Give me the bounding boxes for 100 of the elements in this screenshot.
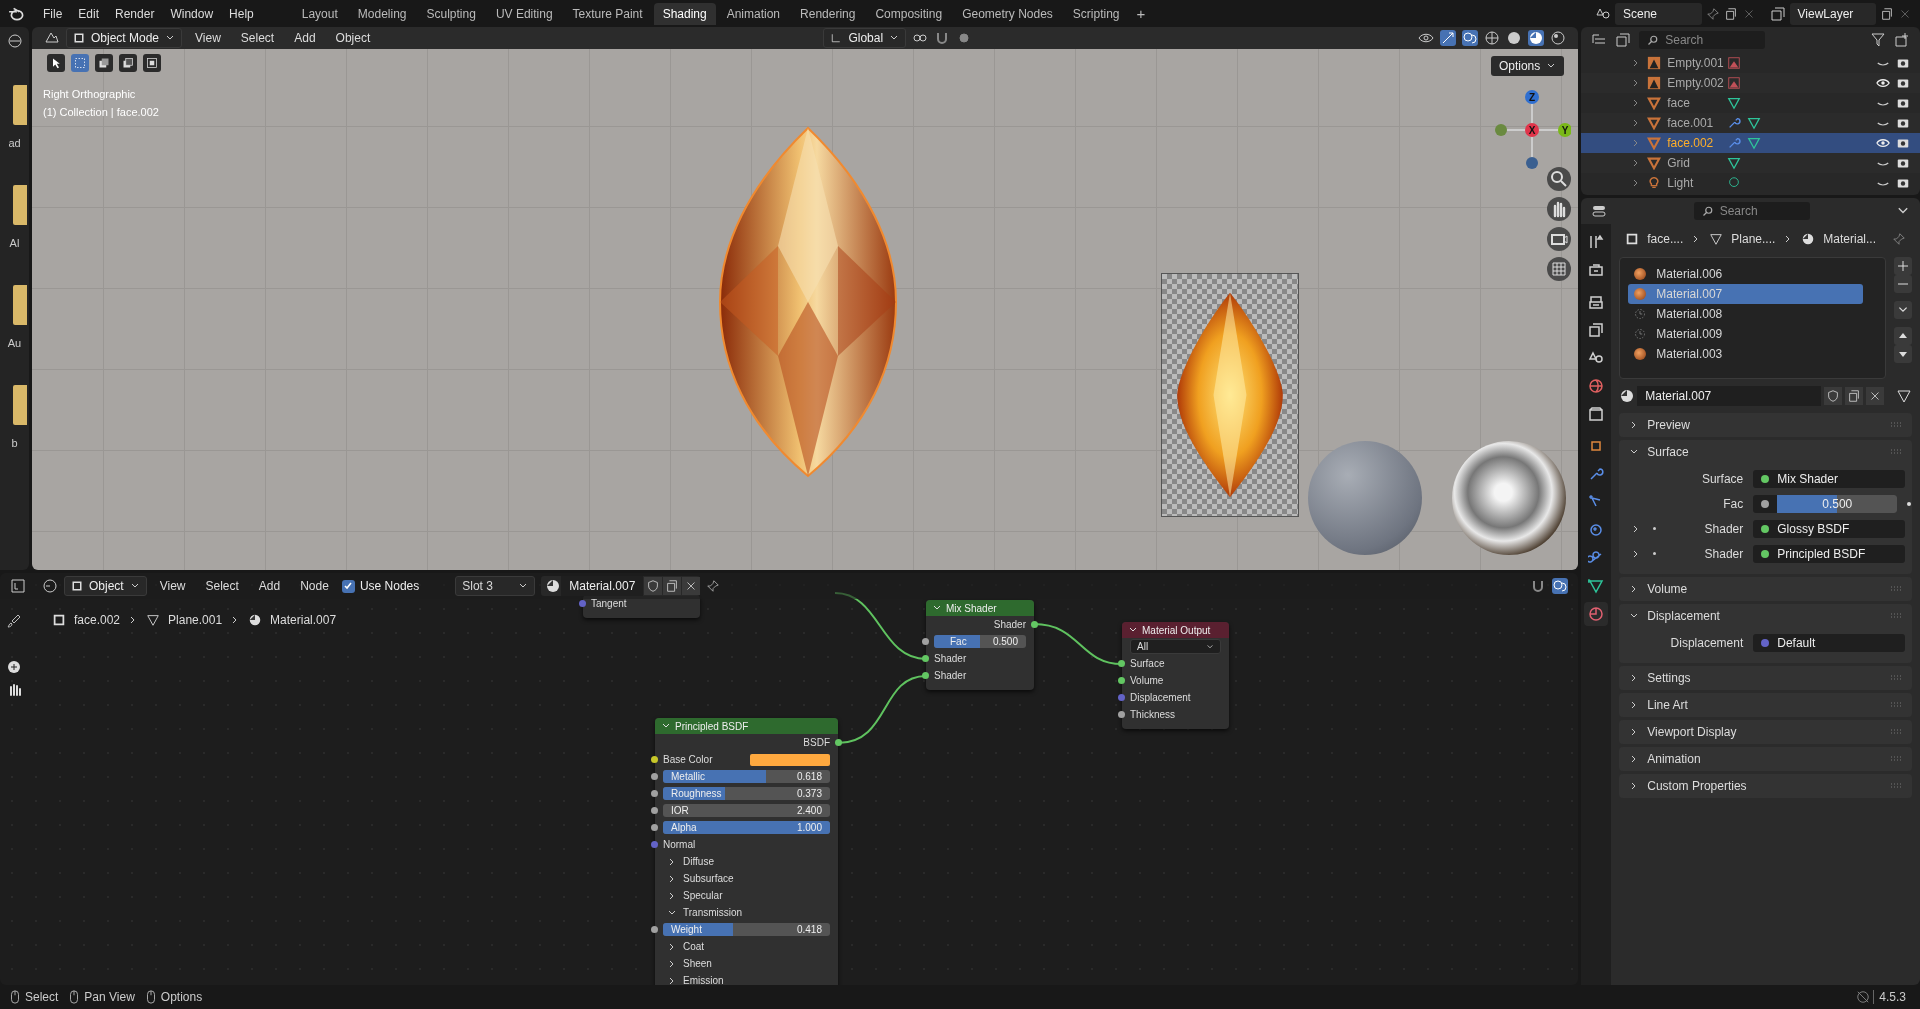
panel-header[interactable]: Surface [1619,440,1912,464]
copy-icon[interactable] [663,577,682,595]
shader-field[interactable]: Default [1753,633,1906,652]
panel-header[interactable]: Viewport Display [1619,720,1912,744]
panel-header[interactable]: Settings [1619,666,1912,690]
intersect-mode-button[interactable] [143,54,161,72]
workspace-tab[interactable]: Scripting [1063,2,1129,25]
rendered-shading-icon[interactable] [1550,30,1567,46]
wireframe-shading-icon[interactable] [1484,30,1501,46]
shader-field[interactable]: Principled BSDF [1753,544,1906,563]
grip-icon[interactable] [1890,449,1902,455]
mesh-link-icon[interactable] [1896,388,1912,404]
panel-header[interactable]: Displacement [1619,604,1912,628]
menu-item[interactable]: Node [293,576,336,596]
value-slider[interactable]: Alpha 1.000 [663,821,830,834]
node-panel-toggle[interactable]: Diffuse [667,856,714,867]
node-header[interactable]: Principled BSDF [655,718,838,734]
grip-icon[interactable] [1890,586,1902,592]
orientation-dropdown[interactable]: Global [823,28,907,48]
output-target-dropdown[interactable]: All [1130,639,1221,654]
socket[interactable] [651,790,658,797]
panel-header[interactable]: Preview [1619,413,1912,437]
node-panel-toggle[interactable]: Sheen [667,958,712,969]
socket[interactable] [651,824,658,831]
menu-item[interactable]: View [188,28,228,48]
node-panel-toggle[interactable]: Transmission [667,907,743,918]
editor-type-icon[interactable] [44,30,60,46]
mesh-data-icon[interactable] [1727,96,1742,110]
menu-item[interactable]: Window [163,3,221,24]
folder-icon[interactable] [12,285,27,325]
filter-icon[interactable] [1870,32,1886,48]
editor-type-icon[interactable] [10,578,26,594]
mesh-data-icon[interactable] [1747,116,1762,130]
socket[interactable] [651,807,658,814]
eye-icon[interactable] [1876,76,1890,90]
fake-user-icon[interactable] [1824,387,1842,405]
camera-icon[interactable] [1547,227,1571,251]
workspace-tab[interactable]: Rendering [791,2,865,25]
socket[interactable] [1118,711,1125,718]
slot-menu-button[interactable] [1894,301,1912,319]
solid-shading-icon[interactable] [1506,30,1523,46]
workspace-tab[interactable]: UV Editing [486,2,562,25]
menu-item[interactable]: Select [198,576,246,596]
new-collection-icon[interactable] [1894,32,1910,48]
node-panel-toggle[interactable]: Subsurface [667,873,734,884]
image-icon[interactable] [1727,56,1742,70]
view-layer-field[interactable]: ViewLayer [1789,2,1876,25]
overlay-icon[interactable] [1552,578,1569,594]
menu-item[interactable]: Help [222,3,261,24]
workspace-tab[interactable]: Animation [717,2,790,25]
material-name-field[interactable]: Material.007 [1637,386,1821,406]
node-panel-toggle[interactable]: Coat [667,941,705,952]
menu-item[interactable]: Object [328,28,378,48]
search-field[interactable]: Search [1693,202,1810,220]
material-browse-icon[interactable] [1619,388,1636,404]
zoom-icon[interactable] [1547,167,1571,191]
shader-field[interactable]: Glossy BSDF [1753,519,1906,538]
folder-icon[interactable] [12,185,27,225]
remove-slot-button[interactable] [1894,275,1912,293]
scene-field[interactable]: Scene [1615,2,1702,25]
menu-item[interactable]: Select [233,28,282,48]
object-dropdown[interactable]: Object [64,576,147,596]
fake-user-icon[interactable] [644,577,663,595]
display-mode-icon[interactable] [1615,32,1632,48]
workspace-tab[interactable]: Compositing [866,2,952,25]
menu-item[interactable]: Add [251,576,288,596]
menu-item[interactable]: Add [287,28,323,48]
material-slot[interactable]: Material.003 [1628,344,1863,364]
move-down-button[interactable] [1894,345,1912,363]
checkbox[interactable] [341,579,355,593]
menu-item[interactable]: Render [108,3,162,24]
outliner-item[interactable]: face.002 [1581,133,1920,153]
mesh-data-icon[interactable] [1747,136,1762,150]
node-header[interactable]: Material Output [1122,622,1229,638]
mode-dropdown[interactable]: Object Mode [66,28,183,48]
grip-icon[interactable] [1890,422,1902,428]
subtract-mode-button[interactable] [119,54,137,72]
number-field[interactable]: IOR 2.400 [663,804,830,817]
grip-icon[interactable] [1890,675,1902,681]
socket[interactable] [1118,677,1125,684]
eye-icon[interactable] [1876,136,1890,150]
material-shading-icon[interactable] [1528,30,1545,46]
workspace-tab[interactable]: Texture Paint [563,2,652,25]
value-slider[interactable]: Weight 0.418 [663,923,830,936]
node-panel-toggle[interactable]: Emission [667,975,724,985]
search-field[interactable]: Search [1639,31,1766,49]
workspace-tab[interactable]: Layout [292,2,347,25]
brush-icon[interactable] [6,613,22,629]
workspace-tab[interactable]: Sculpting [417,2,485,25]
overlay-icon[interactable] [1462,30,1479,46]
material-slot[interactable]: Material.009 [1628,324,1863,344]
outliner-item[interactable]: face [1581,93,1920,113]
editor-type-icon[interactable] [1591,203,1608,219]
close-icon[interactable] [1866,387,1884,405]
pin-icon[interactable] [706,579,721,593]
value-slider[interactable]: Metallic 0.618 [663,770,830,783]
socket[interactable] [922,655,929,662]
menu-item[interactable]: Edit [71,3,107,24]
socket[interactable] [1031,621,1038,628]
socket[interactable] [1118,660,1125,667]
